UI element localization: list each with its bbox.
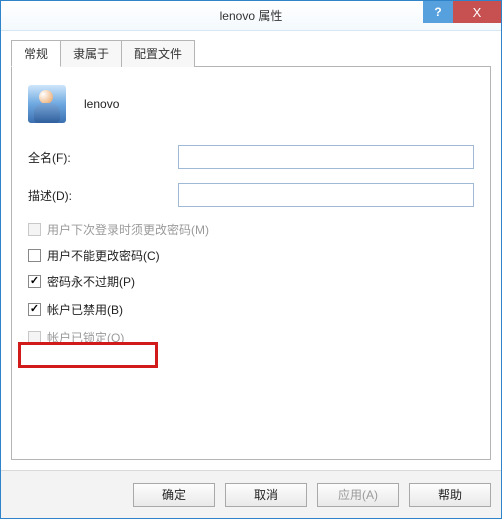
account-locked-row: 帐户已锁定(O) [28,329,474,346]
titlebar-buttons: ? X [423,1,501,23]
cannot-change-password-checkbox[interactable] [28,249,41,262]
tab-general[interactable]: 常规 [11,40,61,67]
account-disabled-checkbox[interactable] [28,303,41,316]
tab-profile[interactable]: 配置文件 [121,40,195,67]
help-button[interactable]: 帮助 [409,483,491,507]
description-row: 描述(D): [28,183,474,207]
password-never-expires-row[interactable]: 密码永不过期(P) [28,273,474,290]
description-input[interactable] [178,183,474,207]
must-change-password-checkbox [28,223,41,236]
description-label: 描述(D): [28,187,178,204]
apply-button: 应用(A) [317,483,399,507]
tab-panel-general: lenovo 全名(F): 描述(D): 用户下次登录时须更改密码(M) 用户不… [11,66,491,460]
options-group: 用户下次登录时须更改密码(M) 用户不能更改密码(C) 密码永不过期(P) 帐户… [28,221,474,346]
cannot-change-password-row[interactable]: 用户不能更改密码(C) [28,247,474,264]
fullname-label: 全名(F): [28,149,178,166]
fullname-input[interactable] [178,145,474,169]
password-never-expires-checkbox[interactable] [28,275,41,288]
account-locked-checkbox [28,331,41,344]
ok-button[interactable]: 确定 [133,483,215,507]
must-change-password-row: 用户下次登录时须更改密码(M) [28,221,474,238]
account-disabled-row[interactable]: 帐户已禁用(B) [28,299,474,320]
tabstrip: 常规 隶属于 配置文件 [11,39,491,66]
account-disabled-label: 帐户已禁用(B) [47,301,123,318]
properties-dialog: lenovo 属性 ? X 常规 隶属于 配置文件 lenovo 全名(F): … [0,0,502,519]
user-icon [28,85,66,123]
cancel-button[interactable]: 取消 [225,483,307,507]
cannot-change-password-label: 用户不能更改密码(C) [47,247,160,264]
password-never-expires-label: 密码永不过期(P) [47,273,135,290]
dialog-footer: 确定 取消 应用(A) 帮助 [1,470,501,518]
account-locked-label: 帐户已锁定(O) [47,329,124,346]
titlebar: lenovo 属性 ? X [1,1,501,31]
user-header: lenovo [28,85,474,123]
help-icon[interactable]: ? [423,1,453,23]
tab-member-of[interactable]: 隶属于 [60,40,122,67]
client-area: 常规 隶属于 配置文件 lenovo 全名(F): 描述(D): 用户下次登录时… [1,31,501,470]
close-icon[interactable]: X [453,1,501,23]
must-change-password-label: 用户下次登录时须更改密码(M) [47,221,209,238]
fullname-row: 全名(F): [28,145,474,169]
user-name-label: lenovo [84,97,119,111]
